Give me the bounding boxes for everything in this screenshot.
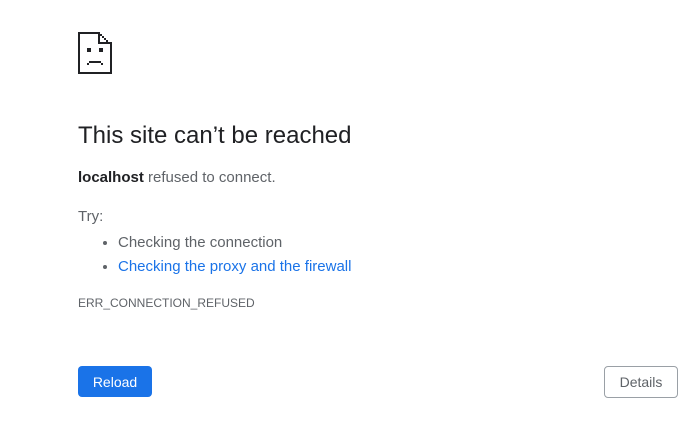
host-name: localhost xyxy=(78,169,144,186)
suggestion-item: Checking the proxy and the firewall xyxy=(118,255,351,279)
suggestion-item: Checking the connection xyxy=(118,231,351,255)
suggestion-check-connection: Checking the connection xyxy=(118,234,283,251)
details-button[interactable]: Details xyxy=(604,366,678,398)
sad-page-icon xyxy=(78,32,112,74)
page-title: This site can’t be reached xyxy=(78,122,352,149)
error-message: localhost refused to connect. xyxy=(78,168,276,188)
error-page: This site can’t be reached localhost ref… xyxy=(0,0,695,432)
error-code: ERR_CONNECTION_REFUSED xyxy=(78,296,255,310)
try-label: Try: xyxy=(78,208,104,225)
reload-button[interactable]: Reload xyxy=(78,366,152,397)
error-message-text: refused to connect. xyxy=(143,169,276,186)
suggestions-list: Checking the connection Checking the pro… xyxy=(78,231,351,279)
suggestion-proxy-firewall-link[interactable]: Checking the proxy and the firewall xyxy=(118,258,351,275)
